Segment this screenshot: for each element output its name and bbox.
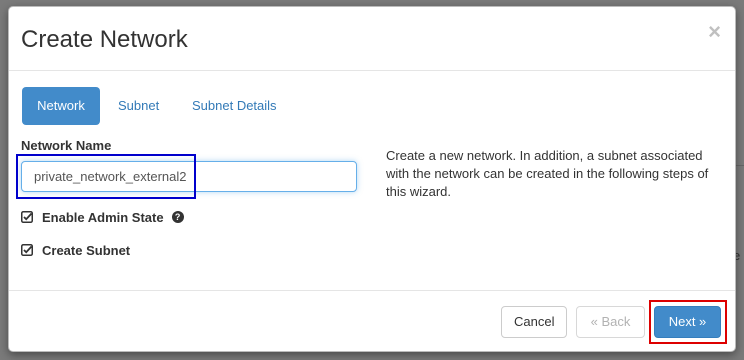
network-name-label: Network Name <box>21 138 112 153</box>
close-icon[interactable]: × <box>708 21 721 43</box>
tab-network[interactable]: Network <box>22 87 100 125</box>
modal-title: Create Network <box>21 26 188 53</box>
network-name-field-wrap <box>21 161 357 192</box>
next-button[interactable]: Next » <box>654 306 721 338</box>
enable-admin-state-label: Enable Admin State <box>42 209 164 225</box>
back-button[interactable]: « Back <box>576 306 645 338</box>
checkbox-checked-icon[interactable] <box>21 244 33 256</box>
enable-admin-state-row[interactable]: Enable Admin State ? <box>21 208 184 226</box>
wizard-description: Create a new network. In addition, a sub… <box>386 148 709 199</box>
create-network-modal: Create Network × Network Subnet Subnet D… <box>8 6 736 352</box>
modal-footer: Cancel « Back Next » <box>9 290 735 353</box>
cancel-button[interactable]: Cancel <box>501 306 567 338</box>
create-subnet-row[interactable]: Create Subnet <box>21 241 130 259</box>
network-name-input[interactable] <box>22 162 356 191</box>
tab-subnet[interactable]: Subnet <box>104 87 173 125</box>
checkbox-checked-icon[interactable] <box>21 211 33 223</box>
tab-subnet-details[interactable]: Subnet Details <box>178 87 291 125</box>
question-circle-icon[interactable]: ? <box>171 211 184 223</box>
modal-header: Create Network × <box>9 7 735 71</box>
create-subnet-label: Create Subnet <box>42 242 131 258</box>
